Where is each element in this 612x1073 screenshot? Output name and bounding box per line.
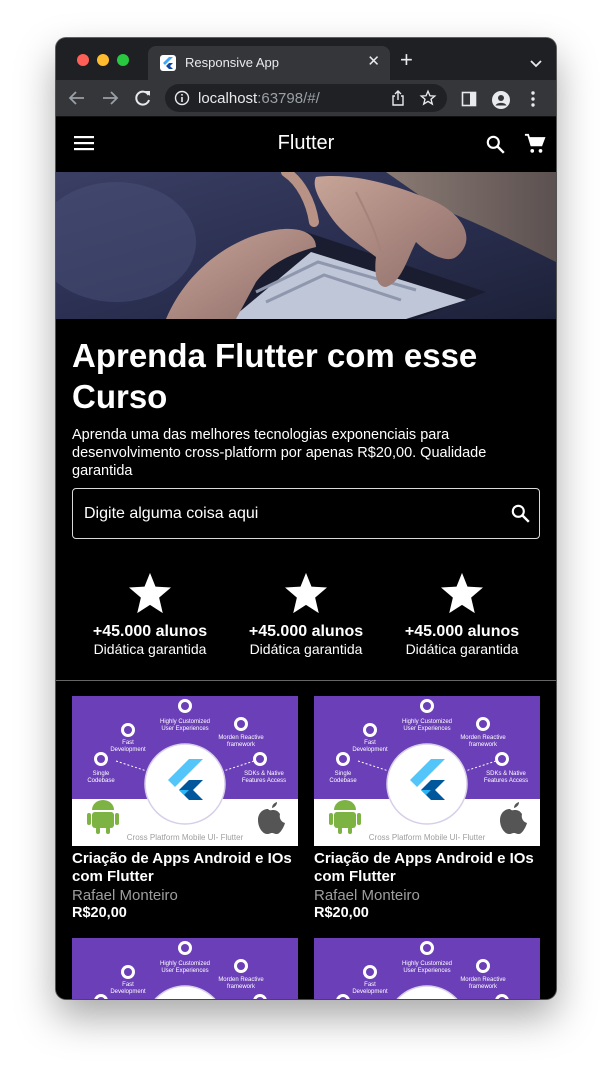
search-input[interactable] (84, 502, 494, 526)
url-path: :63798/#/ (257, 90, 320, 107)
zoom-window-button[interactable] (117, 54, 129, 66)
course-price: R$20,00 (72, 905, 127, 921)
back-arrow-icon[interactable] (68, 89, 86, 112)
share-icon[interactable] (391, 90, 405, 111)
tab-strip: Responsive App ✕ + (56, 38, 556, 80)
profile-avatar-icon[interactable] (492, 91, 510, 114)
flutter-favicon-icon (160, 55, 176, 71)
feature-value: +45.000 alunos (404, 623, 520, 640)
svg-text:Cross Platform Mobile UI- Flut: Cross Platform Mobile UI- Flutter (369, 833, 486, 842)
app-title: Flutter (277, 132, 335, 154)
page-headline: Aprenda Flutter com esse Curso (72, 337, 478, 415)
divider (56, 680, 556, 681)
feature-caption: Didática garantida (405, 641, 519, 657)
feature-students: +45.000 alunos Didática garantida (228, 572, 384, 658)
course-title: Criação de Apps Android e IOs com Flutte… (314, 850, 534, 885)
browser-menu-icon[interactable] (531, 91, 535, 112)
feature-students: +45.000 alunos Didática garantida (384, 572, 540, 658)
bookmark-star-icon[interactable] (419, 89, 437, 112)
feature-students: +45.000 alunos Didática garantida (72, 572, 228, 658)
svg-text:Highly CustomizedUser Experien: Highly Customized User Experiences (160, 719, 210, 732)
search-icon[interactable] (485, 134, 506, 160)
course-author: Rafael Monteiro (314, 887, 420, 904)
tab-search-chevron-icon[interactable] (530, 55, 542, 73)
new-tab-button[interactable]: + (400, 49, 413, 71)
feature-caption: Didática garantida (249, 641, 363, 657)
url-text: localhost:63798/#/ (198, 90, 320, 107)
course-card[interactable]: Highly Customized User Experiences Fast Dev… (72, 696, 298, 922)
star-icon (441, 572, 483, 614)
svg-text:SDKs & NativeFeatures Access: SDKs & Native Features Access (242, 771, 286, 784)
feature-value: +45.000 alunos (92, 623, 208, 640)
svg-text:Highly CustomizedUser Experien: Highly Customized User Experiences (160, 961, 210, 974)
svg-text:SDKs & NativeFeatures Access: SDKs & Native Features Access (484, 771, 528, 784)
course-author: Rafael Monteiro (72, 887, 178, 904)
course-card[interactable]: Highly Customized User Experiences Fast Dev… (314, 696, 540, 922)
course-thumbnail: Highly Customized User Experiences Fast Dev… (314, 938, 540, 999)
search-field[interactable] (72, 488, 540, 539)
svg-text:Cross Platform Mobile UI- Flut: Cross Platform Mobile UI- Flutter (127, 833, 244, 842)
hero-image (56, 172, 556, 319)
course-card[interactable]: Highly Customized User Experiences Fast Dev… (72, 938, 298, 999)
search-icon[interactable] (510, 503, 531, 529)
site-info-icon[interactable] (174, 90, 190, 111)
web-page: Flutter Aprenda Flutter com esse Curso A… (56, 117, 556, 999)
course-thumbnail: Highly Customized User Experiences Fast Dev… (72, 696, 298, 846)
tab-close-icon[interactable]: ✕ (367, 53, 380, 71)
browser-tab[interactable]: Responsive App ✕ (148, 46, 390, 80)
course-title: Criação de Apps Android e IOs com Flutte… (72, 850, 292, 885)
side-panel-icon[interactable] (461, 91, 477, 112)
course-price: R$20,00 (314, 905, 369, 921)
close-window-button[interactable] (77, 54, 89, 66)
forward-arrow-icon[interactable] (101, 89, 119, 112)
shopping-cart-icon[interactable] (524, 133, 546, 160)
course-thumbnail: Highly Customized User Experiences Fast Dev… (314, 696, 540, 846)
browser-window: Responsive App ✕ + localhost:63798/#/ Fl… (56, 38, 556, 999)
url-host: localhost (198, 90, 258, 107)
browser-toolbar: localhost:63798/#/ (56, 80, 556, 117)
svg-text:Highly CustomizedUser Experien: Highly Customized User Experiences (402, 719, 452, 732)
address-bar[interactable]: localhost:63798/#/ (165, 84, 447, 112)
tab-title: Responsive App (185, 55, 279, 70)
feature-value: +45.000 alunos (248, 623, 364, 640)
star-icon (129, 572, 171, 614)
svg-text:Highly CustomizedUser Experien: Highly Customized User Experiences (402, 961, 452, 974)
reload-icon[interactable] (134, 89, 152, 112)
feature-caption: Didática garantida (93, 641, 207, 657)
course-thumbnail: Highly Customized User Experiences Fast Dev… (72, 938, 298, 999)
minimize-window-button[interactable] (97, 54, 109, 66)
app-bar: Flutter (56, 117, 556, 172)
page-subtext: Aprenda uma das melhores tecnologias exp… (72, 427, 487, 479)
star-icon (285, 572, 327, 614)
course-card[interactable]: Highly Customized User Experiences Fast Dev… (314, 938, 540, 999)
